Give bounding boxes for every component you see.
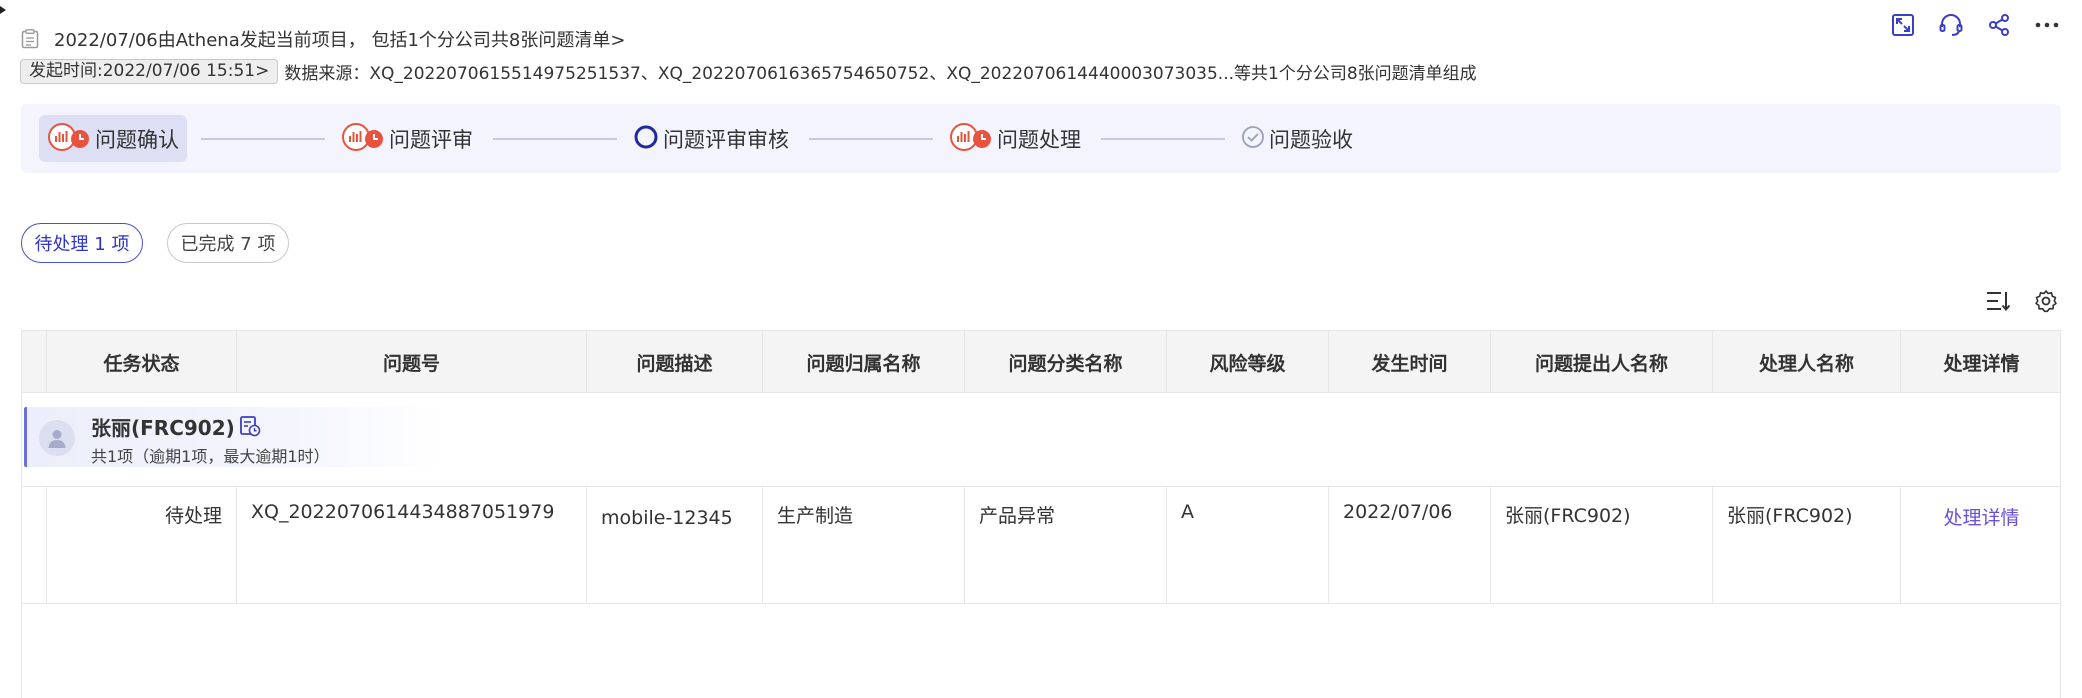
title-row: 2022/07/06由Athena发起当前项目， 包括1个分公司共8张问题清单> — [20, 26, 2062, 52]
handle-detail-link[interactable]: 处理详情 — [1943, 507, 2019, 529]
cell-risk: A — [1166, 487, 1328, 603]
workflow-steps: 问题确认 问题评审 问题评审审核 问题处理 问题验收 — [21, 104, 2061, 173]
group-summary: 共1项（逾期1项，最大逾期1时） — [91, 447, 330, 466]
group-card: 张丽(FRC902) 共1项（逾期1项，最大逾期1时） — [24, 407, 444, 467]
pending-clock-icon — [949, 122, 993, 156]
settings-gear-icon[interactable] — [2032, 287, 2060, 315]
data-source-text: 数据来源：XQ_202207061551497525153​7、XQ_20220… — [284, 63, 1477, 84]
step-issue-confirm[interactable]: 问题确认 — [39, 115, 187, 162]
col-header-time[interactable]: 发生时间 — [1328, 331, 1490, 393]
step-label: 问题确认 — [95, 127, 179, 152]
meta-row: 发起时间:2022/07/06 15:51> 数据来源：XQ_202207061… — [20, 58, 2062, 84]
avatar — [39, 420, 75, 456]
step-label: 问题评审 — [389, 127, 473, 152]
schedule-document-icon[interactable] — [239, 415, 261, 437]
col-header-detail[interactable]: 处理详情 — [1900, 331, 2062, 393]
cell-category: 产品异常 — [964, 487, 1166, 603]
issue-table: 任务状态 问题号 问题描述 问题归属名称 问题分类名称 风险等级 发生时间 问题… — [21, 330, 2061, 698]
top-actions — [1888, 10, 2062, 40]
corner-marker — [0, 6, 6, 14]
step-issue-review[interactable]: 问题评审 — [333, 115, 481, 162]
headset-icon[interactable] — [1936, 10, 1966, 40]
start-time-badge[interactable]: 发起时间:2022/07/06 15:51> — [20, 58, 279, 84]
table-header: 任务状态 问题号 问题描述 问题归属名称 问题分类名称 风险等级 发生时间 问题… — [22, 330, 2060, 393]
col-header-belong[interactable]: 问题归属名称 — [762, 331, 964, 393]
step-label: 问题评审审核 — [663, 127, 789, 152]
cell-handler: 张丽(FRC902) — [1712, 487, 1900, 603]
cell-detail: 处理详情 — [1900, 487, 2062, 603]
col-header-status[interactable]: 任务状态 — [46, 331, 236, 393]
col-header-description[interactable]: 问题描述 — [586, 331, 762, 393]
step-issue-handle[interactable]: 问题处理 — [941, 115, 1089, 162]
project-title[interactable]: 2022/07/06由Athena发起当前项目， 包括1个分公司共8张问题清单> — [54, 26, 625, 52]
cell-description: mobile-12345 — [586, 487, 762, 603]
cell-proposer: 张丽(FRC902) — [1490, 487, 1712, 603]
clipboard-icon — [20, 28, 40, 50]
table-tools — [1984, 287, 2060, 315]
sort-icon[interactable] — [1984, 287, 2012, 315]
col-header-category[interactable]: 问题分类名称 — [964, 331, 1166, 393]
step-label: 问题验收 — [1269, 127, 1353, 152]
circle-outline-icon — [633, 124, 659, 154]
col-header-risk[interactable]: 风险等级 — [1166, 331, 1328, 393]
cell-status: 待处理 — [46, 487, 236, 603]
step-issue-acceptance[interactable]: 问题验收 — [1233, 115, 1361, 162]
share-icon[interactable] — [1984, 10, 2014, 40]
pending-clock-icon — [341, 122, 385, 156]
col-header-issue-no[interactable]: 问题号 — [236, 331, 586, 393]
cell-belong: 生产制造 — [762, 487, 964, 603]
col-header-handler[interactable]: 处理人名称 — [1712, 331, 1900, 393]
filter-pending[interactable]: 待处理 1 项 — [21, 223, 143, 263]
step-issue-review-audit[interactable]: 问题评审审核 — [625, 115, 797, 162]
table-row[interactable]: 待处理 XQ_2022070614434887051979 mobile-123… — [22, 486, 2060, 604]
expand-icon[interactable] — [1888, 10, 1918, 40]
check-circle-icon — [1241, 125, 1265, 153]
more-icon[interactable] — [2032, 10, 2062, 40]
step-connector — [201, 138, 325, 140]
cell-issue-no: XQ_2022070614434887051979 — [236, 487, 586, 603]
col-header-proposer[interactable]: 问题提出人名称 — [1490, 331, 1712, 393]
cell-time: 2022/07/06 — [1328, 487, 1490, 603]
step-connector — [1101, 138, 1225, 140]
group-owner-name: 张丽(FRC902) — [91, 416, 235, 440]
step-connector — [493, 138, 617, 140]
pending-clock-icon — [47, 122, 91, 156]
filter-done[interactable]: 已完成 7 项 — [167, 223, 289, 263]
step-connector — [809, 138, 933, 140]
project-header: 2022/07/06由Athena发起当前项目， 包括1个分公司共8张问题清单>… — [20, 26, 2062, 96]
step-label: 问题处理 — [997, 127, 1081, 152]
